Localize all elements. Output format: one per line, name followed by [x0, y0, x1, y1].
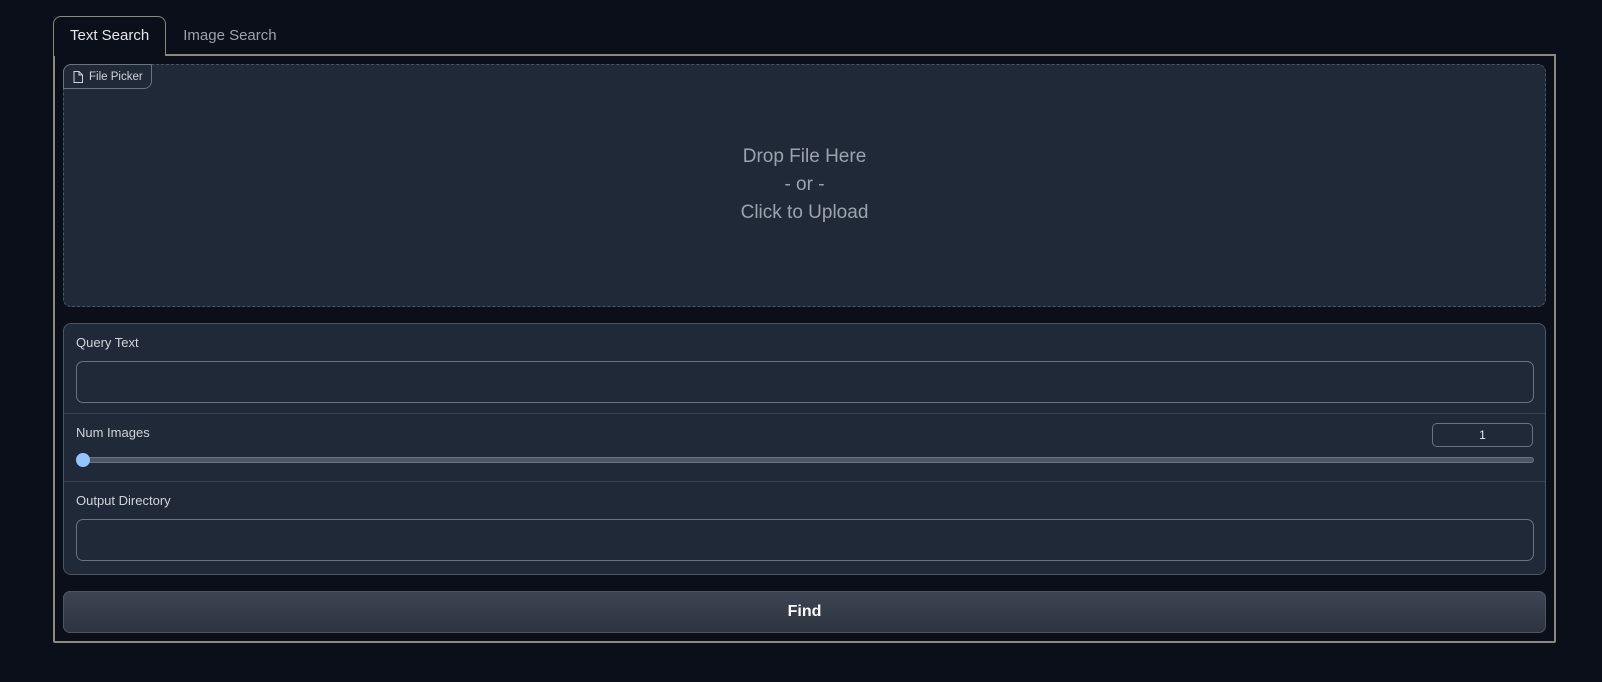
slider-thumb[interactable]	[76, 453, 90, 467]
drop-instructions: Drop File Here - or - Click to Upload	[64, 143, 1545, 227]
file-picker-text: File Picker	[89, 70, 143, 83]
output-directory-row: Output Directory	[64, 481, 1545, 574]
tab-text-search[interactable]: Text Search	[53, 16, 167, 56]
drop-line-3: Click to Upload	[740, 202, 869, 223]
num-images-slider[interactable]	[76, 453, 1534, 467]
drop-line-1: Drop File Here	[742, 146, 867, 167]
file-dropzone[interactable]: File Picker Drop File Here - or - Click …	[63, 64, 1546, 307]
find-button[interactable]: Find	[63, 591, 1546, 633]
query-text-label: Query Text	[76, 335, 139, 350]
num-images-row: Num Images 1	[64, 413, 1545, 481]
query-text-input[interactable]	[76, 361, 1534, 403]
text-search-panel: File Picker Drop File Here - or - Click …	[53, 54, 1556, 643]
query-text-row: Query Text	[64, 324, 1545, 413]
search-form: Query Text Num Images 1 Output Directory	[63, 323, 1546, 575]
file-picker-label: File Picker	[63, 64, 152, 89]
output-directory-label: Output Directory	[76, 493, 171, 508]
drop-line-2: - or -	[784, 174, 825, 195]
file-icon	[73, 70, 83, 83]
tab-bar: Text Search Image Search	[53, 16, 294, 56]
output-directory-input[interactable]	[76, 519, 1534, 561]
num-images-input[interactable]: 1	[1432, 423, 1533, 447]
tab-image-search[interactable]: Image Search	[166, 16, 293, 56]
num-images-label: Num Images	[76, 425, 150, 440]
app-root: Text Search Image Search File Picker Dro…	[0, 0, 1602, 682]
